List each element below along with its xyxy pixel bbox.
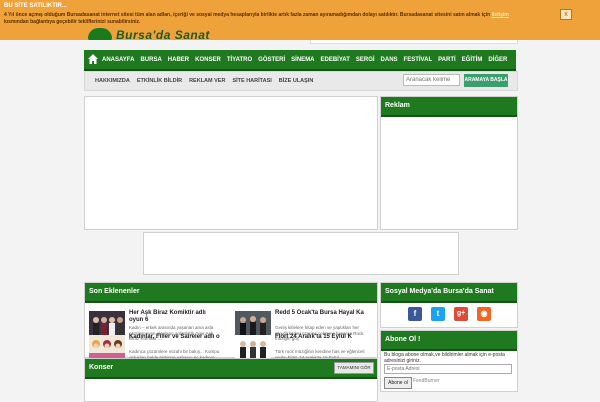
nav-item-sinema[interactable]: SİNEMA	[291, 57, 314, 63]
reklam-title: Reklam	[381, 97, 517, 117]
subnav-items: HAKKIMIZDA ETKİNLİK BİLDİR REKLAM VER Sİ…	[95, 72, 320, 90]
banner-title: BU SİTE SATILIKTIR...	[4, 3, 67, 9]
banner-text-after: kısmından bağlantıya geçebilir teklifler…	[4, 19, 141, 25]
recent-posts-panel: Son Eklenenler Her Aşk Biraz Komiktir ad…	[84, 282, 378, 365]
subscribe-title: Abone Ol !	[381, 331, 517, 351]
post-title[interactable]: Flört 24 Aralık'ta 15 Eylül K	[275, 334, 367, 341]
nav-item-konser[interactable]: KONSER	[195, 57, 221, 63]
nav-item-dans[interactable]: DANS	[381, 57, 398, 63]
social-media-title: Sosyal Medya'da Bursa'da Sanat	[381, 283, 517, 303]
feedburner-link[interactable]: FeedBurner	[413, 378, 439, 384]
banner-close-button[interactable]: x	[560, 9, 572, 20]
post-title[interactable]: Redd 5 Ocak'ta Bursa Hayal Ka	[275, 310, 367, 317]
home-icon[interactable]	[87, 53, 99, 65]
rss-icon[interactable]: ◉	[477, 307, 491, 321]
reklam-panel: Reklam	[380, 96, 518, 230]
nav-item-sergi[interactable]: SERGİ	[356, 57, 375, 63]
post-thumbnail-image[interactable]	[89, 335, 125, 359]
nav-item-parti[interactable]: PARTİ	[438, 57, 456, 63]
banner-contact-link[interactable]: iletişim	[492, 12, 509, 18]
banner-text: 4 Yıl önce açmış olduğum Bursadasanat in…	[4, 12, 524, 26]
nav-item-gosteri[interactable]: GÖSTERİ	[258, 57, 285, 63]
ad-banner	[143, 232, 459, 275]
search-input[interactable]	[403, 74, 460, 86]
nav-item-diger[interactable]: DİĞER	[488, 57, 507, 63]
subnav-item-etkinlik-bildir[interactable]: ETKİNLİK BİLDİR	[137, 78, 182, 84]
facebook-icon[interactable]: f	[408, 307, 422, 321]
post-title[interactable]: Kadınlar, Filler ve Saireler adlı o	[129, 334, 221, 341]
sub-nav: HAKKIMIZDA ETKİNLİK BİLDİR REKLAM VER Sİ…	[84, 71, 518, 91]
post-title[interactable]: Her Aşk Biraz Komiktir adlı oyun 6	[129, 310, 221, 324]
site-logo[interactable]: Bursa'da Sanat	[116, 28, 210, 42]
list-item[interactable]: Kadınlar, Filler ve Saireler adlı o Kadı…	[85, 329, 225, 365]
banner-text-before: 4 Yıl önce açmış olduğum Bursadasanat in…	[4, 12, 491, 18]
nav-items: ANASAYFA BURSA HABER KONSER TİYATRO GÖST…	[102, 50, 513, 69]
header-ad-box	[310, 40, 518, 44]
twitter-icon[interactable]: t	[431, 307, 445, 321]
post-thumbnail-image[interactable]	[235, 335, 271, 359]
nav-item-haber[interactable]: HABER	[168, 57, 189, 63]
nav-item-anasayfa[interactable]: ANASAYFA	[102, 57, 134, 63]
subscribe-button[interactable]: Abone ol	[384, 377, 412, 389]
see-all-button[interactable]: TAMAMINI GÖR	[334, 362, 374, 374]
email-field[interactable]	[384, 364, 512, 374]
featured-slider[interactable]	[84, 96, 378, 230]
subscribe-description: Bu bloga abone olmak,ve bildirimler alma…	[384, 352, 505, 364]
search-button[interactable]: ARAMAYA BAŞLA	[464, 74, 508, 87]
subnav-item-site-haritasi[interactable]: SİTE HARİTASI	[232, 78, 271, 84]
subnav-item-reklam-ver[interactable]: REKLAM VER	[189, 78, 225, 84]
google-plus-icon[interactable]: g+	[454, 307, 468, 321]
subnav-item-hakkimizda[interactable]: HAKKIMIZDA	[95, 78, 130, 84]
nav-item-tiyatro[interactable]: TİYATRO	[227, 57, 252, 63]
subscribe-panel: Abone Ol ! Bu bloga abone olmak,ve bildi…	[380, 330, 518, 392]
logo-mark-icon[interactable]	[88, 28, 112, 40]
konser-panel: Konser TAMAMINI GÖR	[84, 358, 378, 402]
nav-item-egitim[interactable]: EĞİTİM	[462, 57, 483, 63]
nav-item-bursa[interactable]: BURSA	[140, 57, 161, 63]
list-item[interactable]: Flört 24 Aralık'ta 15 Eylül K Türk rock …	[231, 329, 371, 365]
nav-item-edebiyat[interactable]: EDEBİYAT	[321, 57, 350, 63]
social-media-panel: Sosyal Medya'da Bursa'da Sanat f t g+ ◉	[380, 282, 518, 328]
recent-posts-title: Son Eklenenler	[85, 283, 377, 303]
main-nav: ANASAYFA BURSA HABER KONSER TİYATRO GÖST…	[84, 50, 516, 71]
nav-item-festival[interactable]: FESTİVAL	[404, 57, 433, 63]
subnav-item-bize-ulasin[interactable]: BİZE ULAŞIN	[279, 78, 314, 84]
